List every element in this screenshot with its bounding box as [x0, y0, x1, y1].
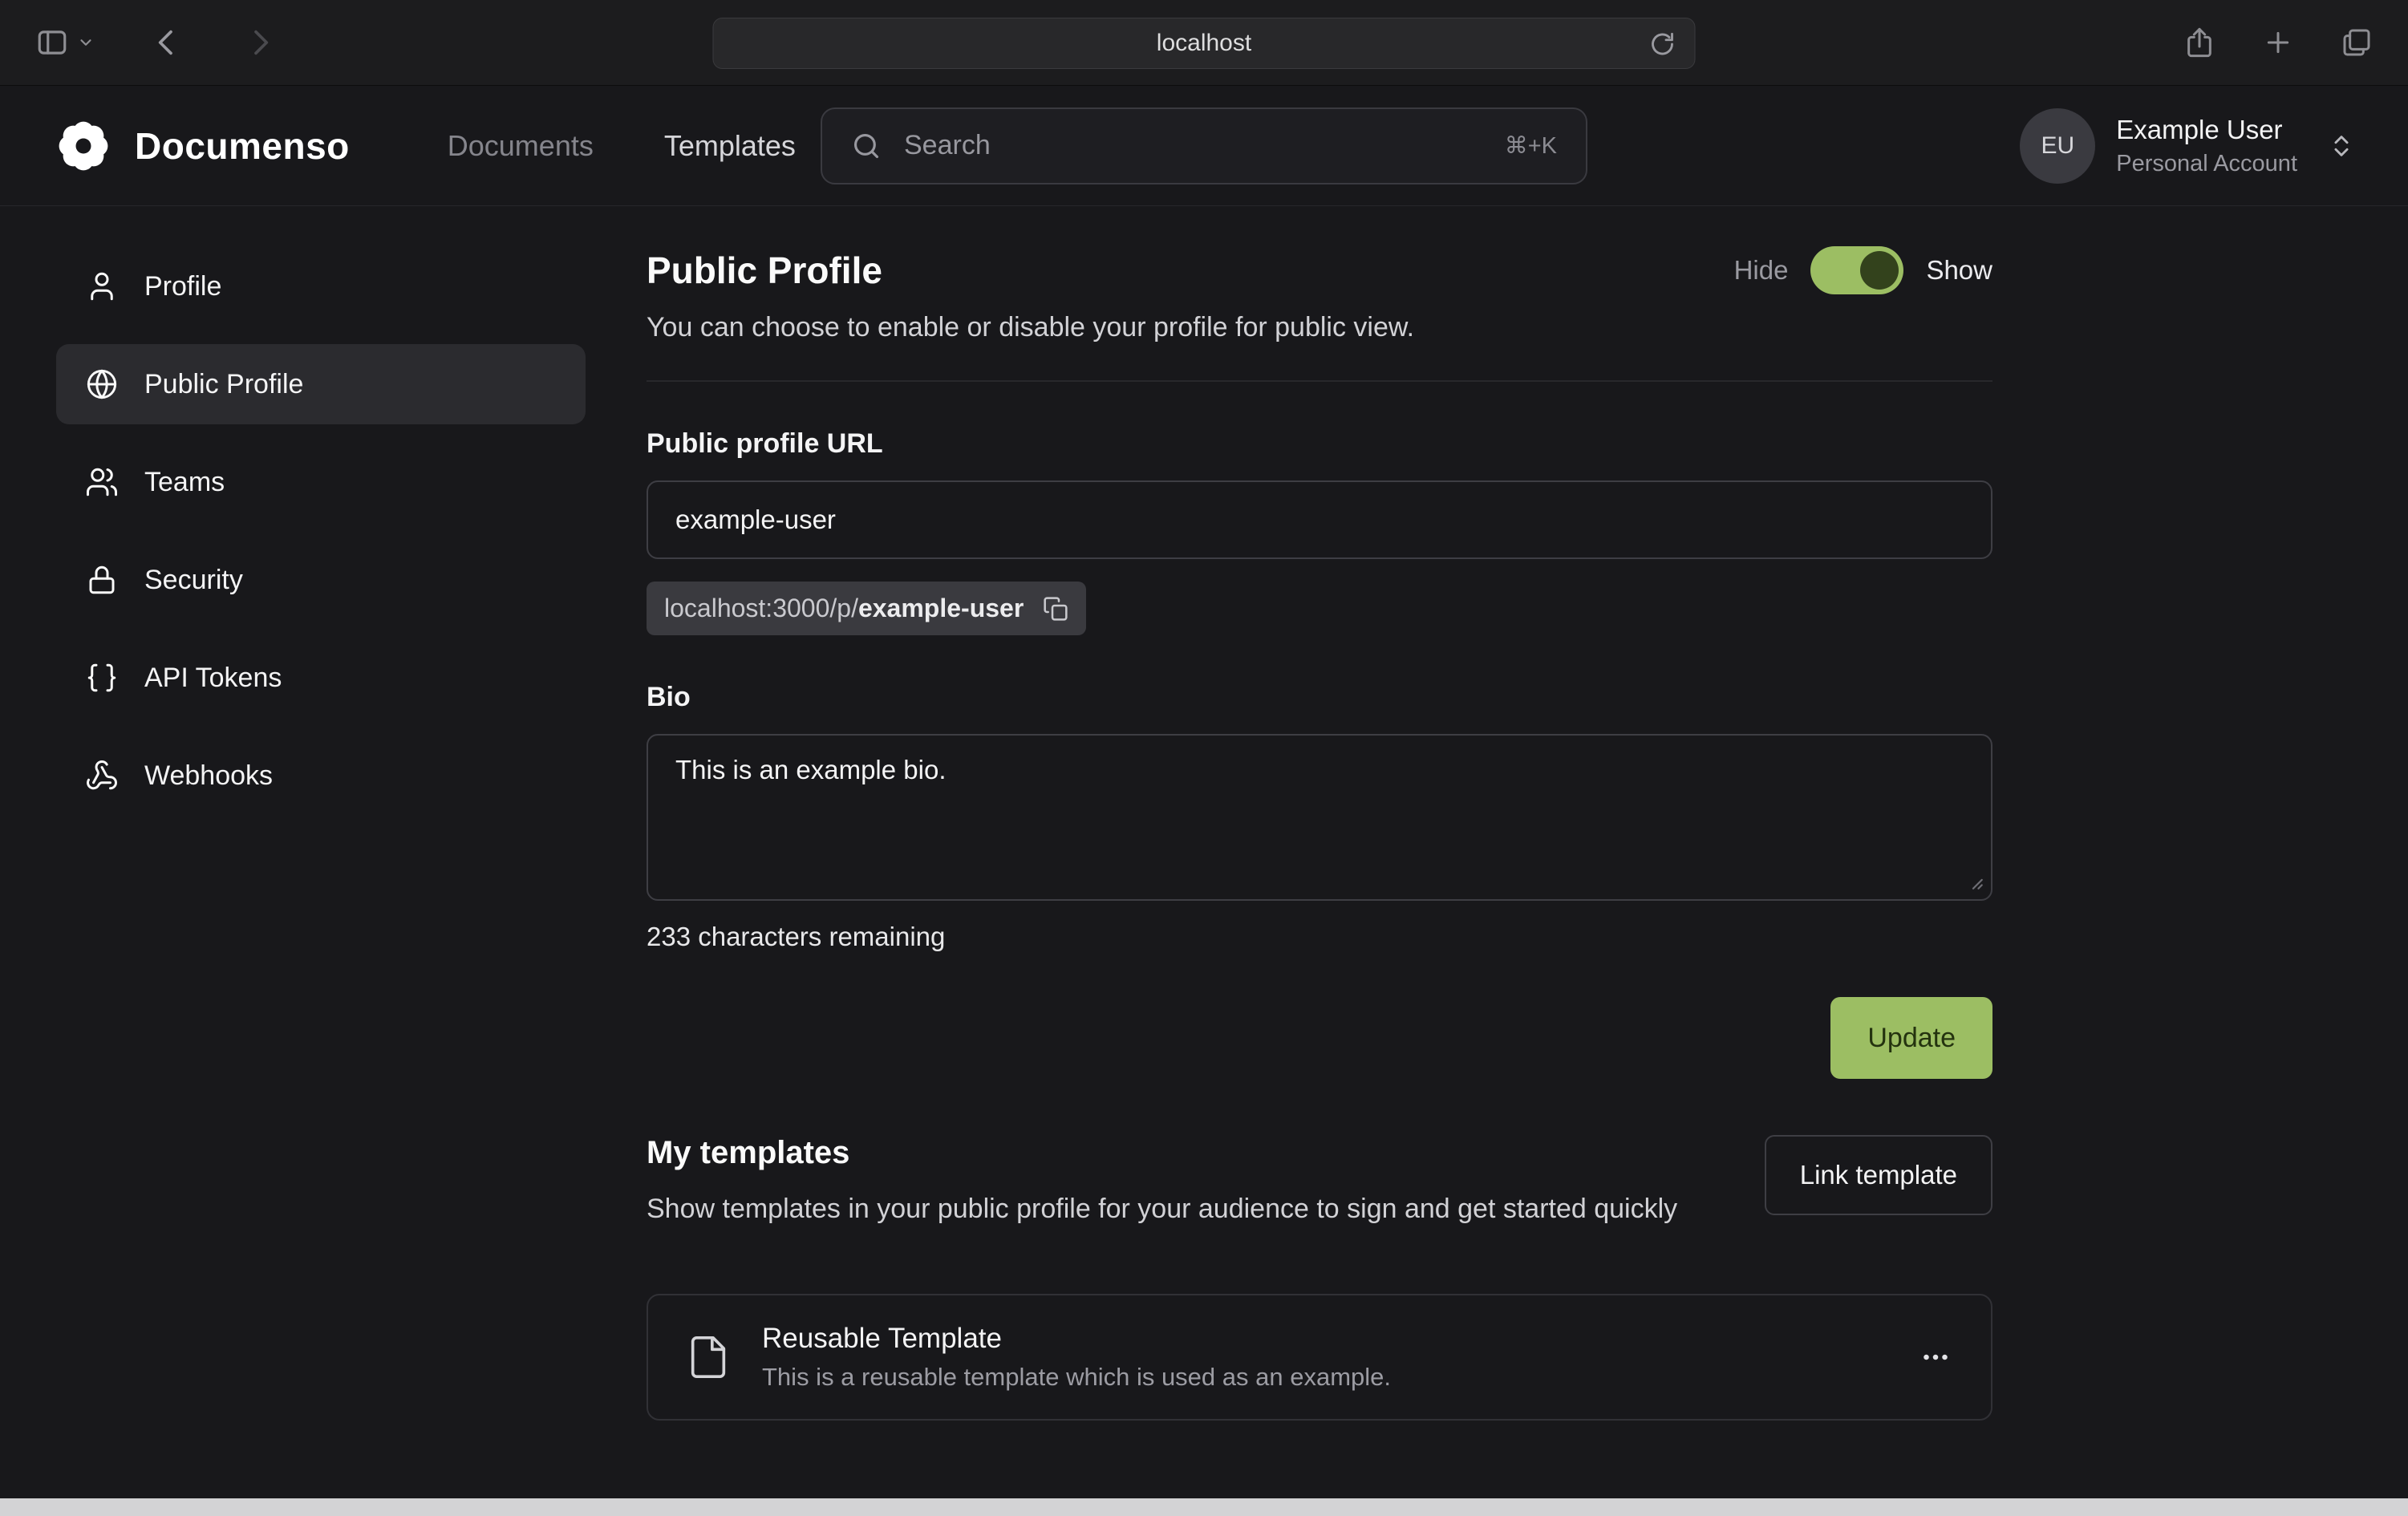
- link-template-button[interactable]: Link template: [1765, 1135, 1992, 1215]
- sidebar-item-label: API Tokens: [144, 663, 282, 694]
- toggle-hide-label: Hide: [1734, 255, 1789, 286]
- profile-visibility-toggle-group: Hide Show: [1734, 246, 1992, 294]
- app-body: Profile Public Profile Teams Security AP: [0, 206, 2408, 1421]
- reload-icon[interactable]: [1648, 30, 1677, 59]
- settings-sidebar: Profile Public Profile Teams Security AP: [0, 246, 586, 1421]
- template-name: Reusable Template: [762, 1323, 1391, 1355]
- window-bottom-strip: [0, 1498, 2408, 1516]
- page-subtitle: You can choose to enable or disable your…: [647, 312, 1992, 343]
- page-title: Public Profile: [647, 249, 882, 292]
- divider: [647, 380, 1992, 382]
- template-card: Reusable Template This is a reusable tem…: [647, 1294, 1992, 1421]
- user-menu[interactable]: EU Example User Personal Account: [2020, 108, 2355, 184]
- template-menu-icon[interactable]: [1917, 1339, 1954, 1376]
- bio-field-label: Bio: [647, 682, 1992, 713]
- resize-handle-icon[interactable]: [1964, 870, 1984, 891]
- user-info: Example User Personal Account: [2116, 115, 2297, 177]
- users-icon: [85, 465, 119, 499]
- search-input[interactable]: Search ⌘+K: [821, 107, 1587, 184]
- templates-header: My templates Show templates in your publ…: [647, 1135, 1677, 1230]
- brand-name: Documenso: [135, 124, 350, 168]
- search-placeholder: Search: [904, 130, 991, 161]
- templates-description: Show templates in your public profile fo…: [647, 1189, 1677, 1230]
- braces-icon: [85, 661, 119, 695]
- search-shortcut: ⌘+K: [1505, 132, 1557, 160]
- back-icon[interactable]: [151, 26, 183, 59]
- main-content: Public Profile Hide Show You can choose …: [647, 246, 1992, 1421]
- sidebar-item-teams[interactable]: Teams: [56, 442, 586, 522]
- search-icon: [851, 131, 882, 161]
- sidebar-item-label: Public Profile: [144, 369, 303, 400]
- sidebar-item-label: Webhooks: [144, 760, 273, 792]
- toggle-knob: [1860, 251, 1899, 290]
- app-header: Documenso Documents Templates Search ⌘+K…: [0, 86, 2408, 206]
- toggle-show-label: Show: [1926, 255, 1992, 286]
- sidebar-item-profile[interactable]: Profile: [56, 246, 586, 326]
- nav-documents[interactable]: Documents: [448, 129, 594, 163]
- sidebar-item-api-tokens[interactable]: API Tokens: [56, 638, 586, 718]
- user-account-type: Personal Account: [2116, 151, 2297, 177]
- chevrons-up-down-icon: [2328, 132, 2355, 160]
- characters-remaining: 233 characters remaining: [647, 922, 1992, 952]
- user-name: Example User: [2116, 115, 2297, 145]
- sidebar-item-webhooks[interactable]: Webhooks: [56, 736, 586, 816]
- profile-visibility-toggle[interactable]: [1810, 246, 1903, 294]
- update-button[interactable]: Update: [1830, 997, 1992, 1079]
- avatar-initials: EU: [2041, 132, 2074, 160]
- forward-icon[interactable]: [244, 26, 276, 59]
- avatar: EU: [2020, 108, 2095, 184]
- public-profile-url-input[interactable]: [647, 480, 1992, 559]
- documenso-logo-icon: [53, 116, 114, 176]
- address-bar-url: localhost: [1157, 30, 1251, 57]
- lock-icon: [85, 563, 119, 597]
- template-card-info: Reusable Template This is a reusable tem…: [762, 1323, 1391, 1392]
- profile-url-prefix: localhost:3000/p/: [664, 594, 858, 622]
- browser-right-controls: [2183, 26, 2373, 59]
- tab-overview-icon[interactable]: [2341, 26, 2373, 59]
- sidebar-chevron-icon[interactable]: [77, 34, 95, 51]
- brand[interactable]: Documenso: [53, 116, 350, 176]
- new-tab-icon[interactable]: [2262, 26, 2294, 59]
- sidebar-item-security[interactable]: Security: [56, 540, 586, 620]
- user-icon: [85, 270, 119, 303]
- file-icon: [685, 1334, 732, 1380]
- nav-templates[interactable]: Templates: [664, 129, 796, 163]
- profile-url-preview[interactable]: localhost:3000/p/example-user: [647, 582, 1086, 635]
- share-icon[interactable]: [2183, 26, 2215, 59]
- browser-left-controls: [35, 26, 276, 59]
- globe-icon: [85, 367, 119, 401]
- sidebar-item-label: Profile: [144, 271, 221, 302]
- webhook-icon: [85, 759, 119, 792]
- address-bar[interactable]: localhost: [713, 18, 1696, 69]
- sidebar-toggle-icon[interactable]: [35, 26, 69, 59]
- sidebar-item-label: Security: [144, 565, 243, 596]
- template-description: This is a reusable template which is use…: [762, 1363, 1391, 1392]
- url-field-label: Public profile URL: [647, 428, 1992, 460]
- bio-textarea[interactable]: This is an example bio.: [647, 734, 1992, 901]
- sidebar-item-label: Teams: [144, 467, 225, 498]
- profile-url-slug: example-user: [858, 594, 1024, 622]
- main-nav: Documents Templates: [448, 129, 796, 163]
- templates-title: My templates: [647, 1135, 1677, 1171]
- sidebar-item-public-profile[interactable]: Public Profile: [56, 344, 586, 424]
- browser-toolbar: localhost: [0, 0, 2408, 86]
- profile-url-text: localhost:3000/p/example-user: [664, 594, 1024, 623]
- copy-icon[interactable]: [1043, 596, 1068, 622]
